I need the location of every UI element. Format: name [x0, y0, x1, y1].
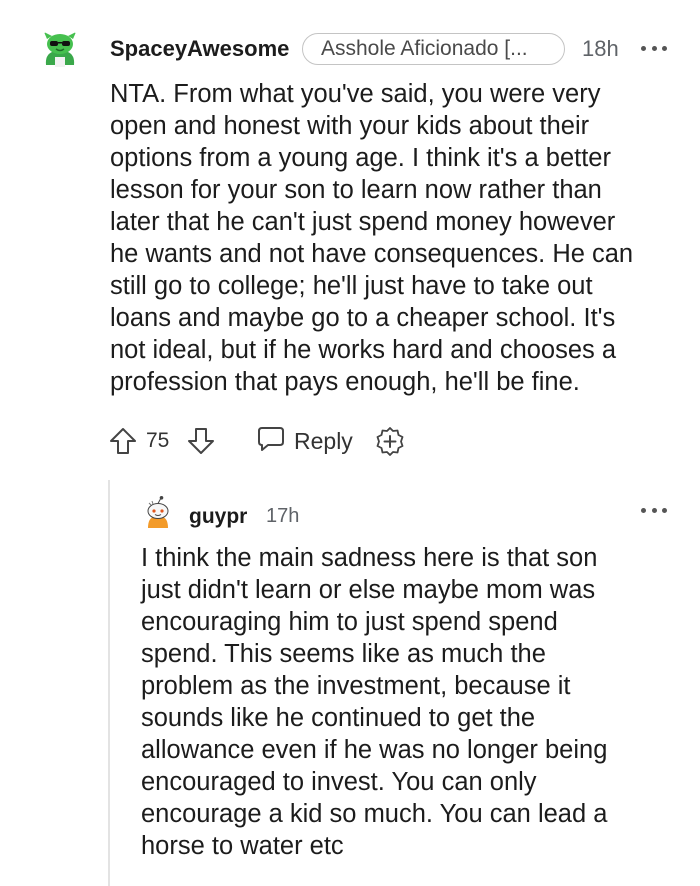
snoo-orange-avatar-icon [140, 495, 176, 531]
comment-body-line: spend. This seems like as much the [141, 640, 546, 668]
reply-button[interactable]: Reply [256, 425, 353, 457]
user-avatar[interactable] [37, 27, 83, 73]
comment-username[interactable]: SpaceyAwesome [110, 36, 289, 62]
user-flair: Asshole Aficionado [... [302, 33, 565, 65]
comment-body: NTA. From what you've said, you were ver… [110, 78, 690, 398]
comment-body-line: still go to college; he'll just have to … [110, 272, 593, 300]
comment-body-line: lesson for your son to learn now rather … [110, 176, 602, 204]
arrow-down-icon[interactable] [186, 426, 216, 461]
comment-body-line: encouraged to invest. You can only [141, 768, 537, 796]
comment-body-line: sounds like he continued to get the [141, 704, 536, 732]
more-options-icon[interactable] [641, 44, 667, 52]
comment-body-line: horse to water etc [141, 832, 344, 860]
comment-body-line: he wants and not have consequences. He c… [110, 240, 634, 268]
comment-body-line: problem as the investment, because it [141, 672, 571, 700]
comment-body-line: just didn't learn or else maybe mom was [141, 576, 596, 604]
chat-bubble-icon [256, 425, 286, 458]
thread-line[interactable] [108, 480, 110, 886]
comment-body-line: allowance even if he was no longer being [141, 736, 608, 764]
comment-body-line: I think the main sadness here is that so… [141, 544, 598, 572]
arrow-up-icon[interactable] [108, 426, 138, 461]
comment-action-bar: 75 Reply [108, 424, 428, 458]
comment-timestamp: 18h [582, 36, 619, 61]
vote-score: 75 [146, 429, 170, 452]
comment-body-line: encourage a kid so much. You can lead a [141, 800, 608, 828]
award-plus-icon[interactable] [374, 426, 406, 463]
comment-timestamp: 17h [266, 505, 300, 527]
comment-body-line: not ideal, but if he works hard and choo… [110, 336, 617, 364]
comment-body-line: options from a young age. I think it's a… [110, 144, 611, 172]
user-avatar[interactable] [140, 495, 176, 531]
comment-body-line: open and honest with your kids about the… [110, 112, 590, 140]
comment-body-line: later that he can't just spend money how… [110, 208, 616, 236]
reply-button-label: Reply [294, 427, 353, 454]
comment-body-line: encouraging him to just spend spend [141, 608, 558, 636]
comment-body-line: loans and maybe go to a cheaper school. … [110, 304, 616, 332]
comment-username[interactable]: guypr [189, 505, 247, 529]
comment-body: I think the main sadness here is that so… [141, 542, 691, 862]
more-options-icon[interactable] [641, 506, 667, 514]
comment-body-line: NTA. From what you've said, you were ver… [110, 80, 601, 108]
snoo-green-sunglasses-avatar-icon [37, 27, 83, 73]
comment-body-line: profession that pays enough, he'll be fi… [110, 368, 580, 396]
